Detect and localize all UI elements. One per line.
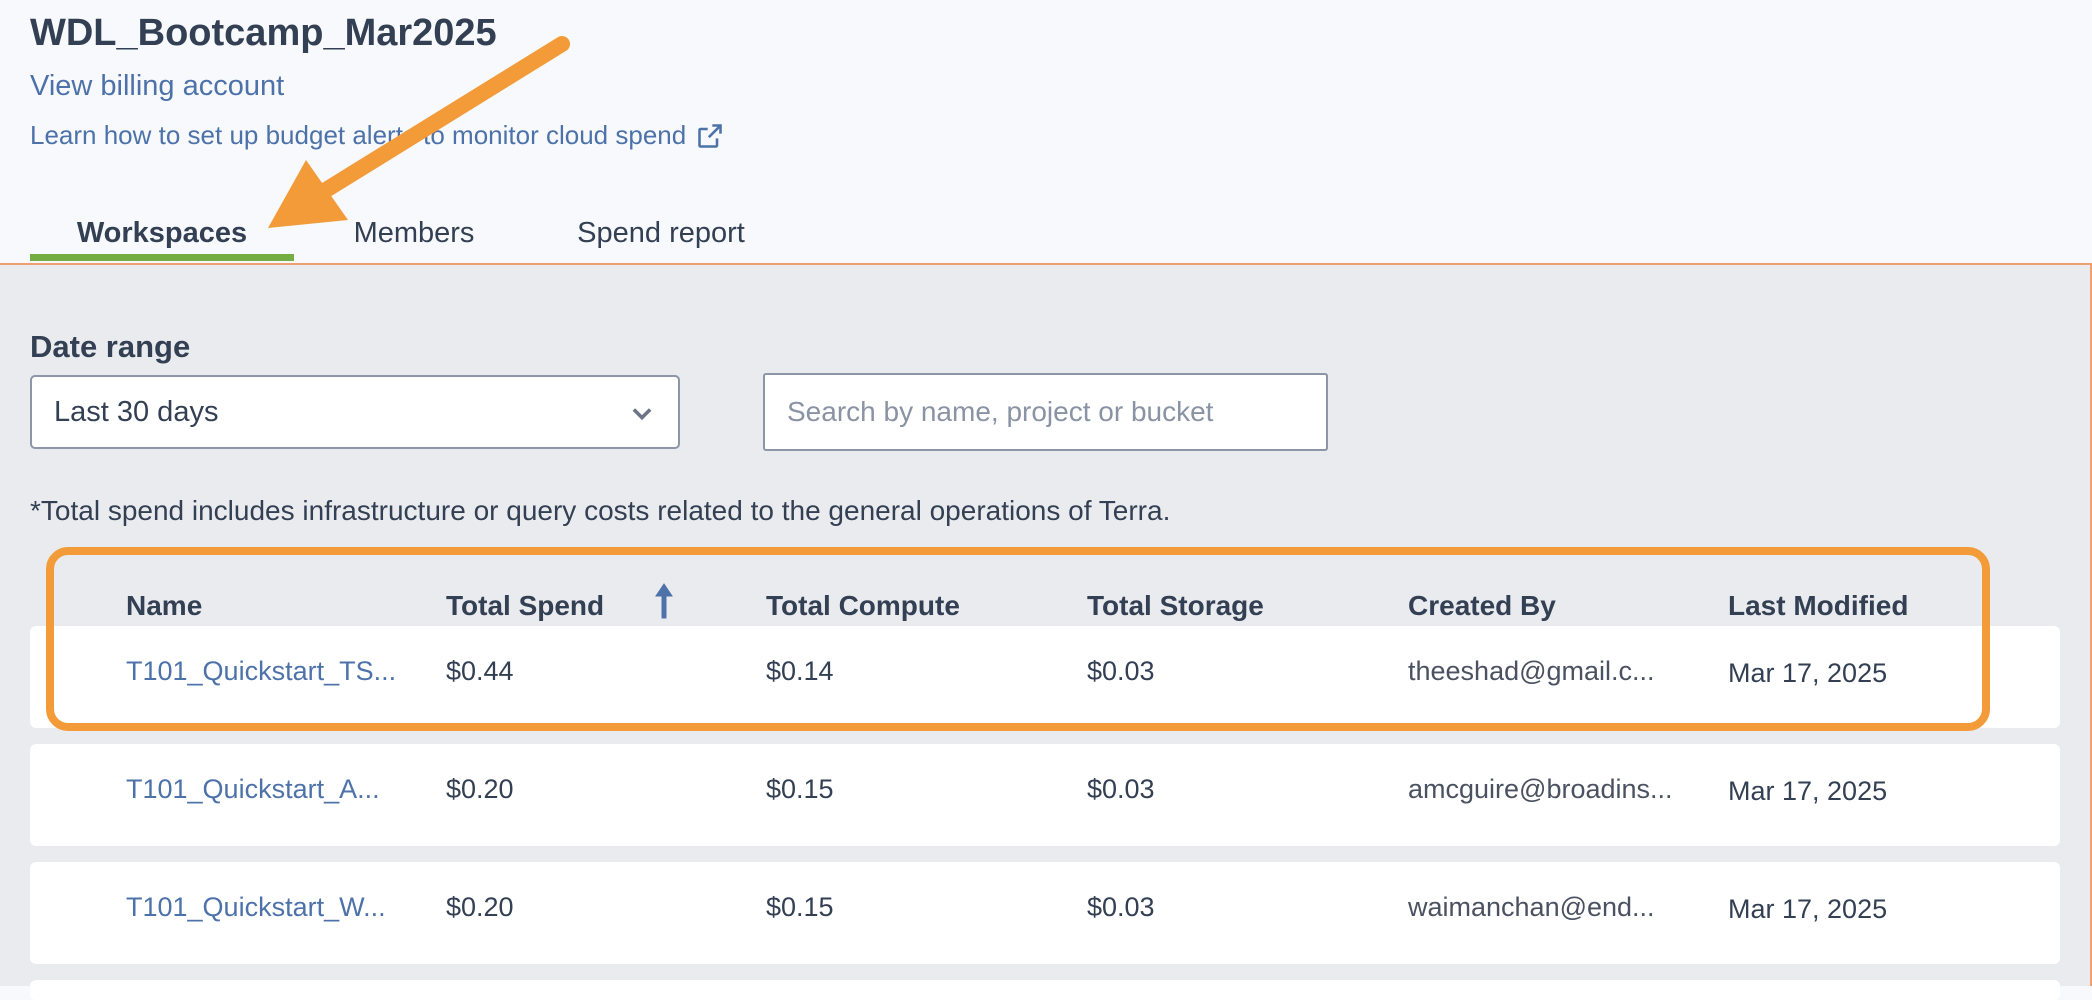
chevron-down-icon — [632, 408, 652, 421]
column-header-created-by[interactable]: Created By — [1408, 590, 1556, 622]
column-header-name[interactable]: Name — [126, 590, 202, 622]
tab-workspaces[interactable]: Workspaces — [30, 205, 294, 261]
total-storage-cell: $0.03 — [1087, 656, 1155, 686]
workspaces-panel: Date range Last 30 days *Total spend inc… — [0, 263, 2092, 1000]
created-by-cell: amcguire@broadins... — [1408, 774, 1673, 804]
last-modified-cell: Mar 17, 2025 — [1728, 894, 1888, 924]
total-storage-cell: $0.03 — [1087, 892, 1155, 922]
page-title: WDL_Bootcamp_Mar2025 — [30, 12, 497, 54]
tab-spend-report[interactable]: Spend report — [526, 205, 796, 261]
workspace-name-link[interactable]: T101_Quickstart_A... — [126, 774, 380, 805]
table-row: T101_Quickstart_TS... $0.44 $0.14 $0.03 … — [30, 626, 2060, 728]
date-range-select[interactable]: Last 30 days — [30, 375, 680, 449]
date-range-value: Last 30 days — [54, 395, 219, 428]
total-spend-cell: $0.20 — [446, 892, 514, 922]
total-spend-cell: $0.20 — [446, 774, 514, 804]
workspace-name-link[interactable]: T101_Quickstart_W... — [126, 892, 386, 923]
created-by-cell: theeshad@gmail.c... — [1408, 656, 1655, 686]
sort-up-arrow-icon[interactable] — [652, 582, 676, 622]
tab-bar: Workspaces Members Spend report — [30, 205, 796, 261]
spend-note: *Total spend includes infrastructure or … — [30, 495, 1171, 526]
external-link-icon — [698, 123, 722, 148]
column-header-total-compute[interactable]: Total Compute — [766, 590, 960, 622]
total-compute-cell: $0.14 — [766, 656, 834, 686]
column-header-total-storage[interactable]: Total Storage — [1087, 590, 1264, 622]
total-compute-cell: $0.15 — [766, 892, 834, 922]
total-spend-cell: $0.44 — [446, 656, 514, 686]
budget-alerts-link[interactable]: Learn how to set up budget alerts to mon… — [30, 120, 724, 151]
column-header-total-spend[interactable]: Total Spend — [446, 590, 604, 622]
total-compute-cell: $0.15 — [766, 774, 834, 804]
last-modified-cell: Mar 17, 2025 — [1728, 776, 1888, 806]
page-header: WDL_Bootcamp_Mar2025 View billing accoun… — [0, 0, 2092, 262]
search-input[interactable] — [763, 373, 1328, 451]
date-range-label: Date range — [30, 329, 191, 364]
table-row — [30, 980, 2060, 1000]
budget-alerts-link-label: Learn how to set up budget alerts to mon… — [30, 120, 687, 150]
table-row: T101_Quickstart_W... $0.20 $0.15 $0.03 w… — [30, 862, 2060, 964]
view-billing-account-link[interactable]: View billing account — [30, 70, 284, 103]
total-storage-cell: $0.03 — [1087, 774, 1155, 804]
tab-members[interactable]: Members — [302, 205, 526, 261]
created-by-cell: waimanchan@end... — [1408, 892, 1655, 922]
workspace-name-link[interactable]: T101_Quickstart_TS... — [126, 656, 396, 687]
column-header-last-modified[interactable]: Last Modified — [1728, 590, 1908, 622]
last-modified-cell: Mar 17, 2025 — [1728, 658, 1888, 688]
table-row: T101_Quickstart_A... $0.20 $0.15 $0.03 a… — [30, 744, 2060, 846]
